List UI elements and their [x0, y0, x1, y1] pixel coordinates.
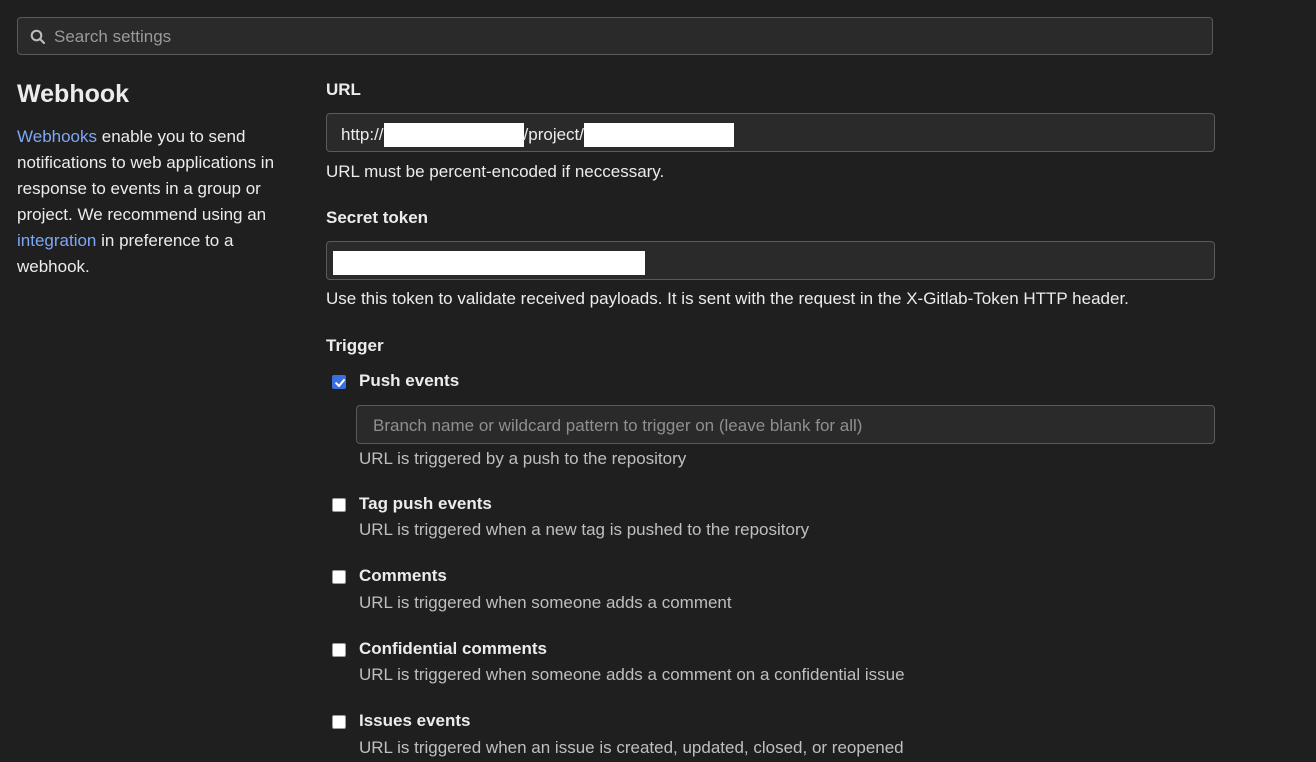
- issues-events-help: URL is triggered when an issue is create…: [359, 738, 904, 757]
- push-events-help: URL is triggered by a push to the reposi…: [359, 449, 687, 468]
- confidential-comments-checkbox[interactable]: [332, 643, 346, 657]
- secret-token-field[interactable]: [326, 241, 1215, 280]
- tag-push-events-help: URL is triggered when a new tag is pushe…: [359, 520, 810, 539]
- settings-page: Webhook Webhooks enable you to send noti…: [0, 0, 1316, 762]
- redacted-host: [383, 123, 524, 147]
- url-field[interactable]: http:// /project/: [326, 113, 1215, 152]
- integration-link[interactable]: integration: [17, 231, 96, 250]
- url-label: URL: [326, 80, 361, 99]
- secret-token-label: Secret token: [326, 208, 429, 227]
- push-events-label[interactable]: Push events: [359, 371, 459, 391]
- search-bar[interactable]: [17, 17, 1213, 56]
- search-icon: [30, 29, 46, 45]
- search-input[interactable]: [52, 18, 1206, 56]
- comments-label[interactable]: Comments: [359, 566, 447, 586]
- comments-checkbox[interactable]: [332, 570, 346, 584]
- section-intro: Webhook Webhooks enable you to send noti…: [17, 78, 297, 280]
- redacted-token: [333, 251, 645, 275]
- checkmark-icon: [335, 379, 345, 387]
- branch-filter-input[interactable]: [371, 406, 1205, 445]
- redacted-project: [584, 123, 735, 147]
- branch-filter-field[interactable]: [356, 405, 1215, 445]
- trigger-heading: Trigger: [326, 336, 384, 355]
- comments-help: URL is triggered when someone adds a com…: [359, 593, 732, 612]
- secret-token-help: Use this token to validate received payl…: [326, 289, 1129, 308]
- issues-events-checkbox[interactable]: [332, 715, 346, 729]
- url-prefix: http://: [341, 125, 384, 144]
- url-help: URL must be percent-encoded if neccessar…: [326, 162, 665, 181]
- url-middle: /project/: [523, 125, 585, 144]
- url-value: http:// /project/: [341, 123, 735, 147]
- webhooks-link[interactable]: Webhooks: [17, 127, 97, 146]
- section-title: Webhook: [17, 80, 130, 108]
- confidential-comments-help: URL is triggered when someone adds a com…: [359, 665, 905, 684]
- tag-push-events-checkbox[interactable]: [332, 498, 346, 512]
- tag-push-events-label[interactable]: Tag push events: [359, 494, 492, 514]
- confidential-comments-label[interactable]: Confidential comments: [359, 639, 547, 659]
- issues-events-label[interactable]: Issues events: [359, 711, 471, 731]
- section-description: Webhooks enable you to send notification…: [17, 124, 297, 280]
- push-events-checkbox[interactable]: [332, 375, 346, 389]
